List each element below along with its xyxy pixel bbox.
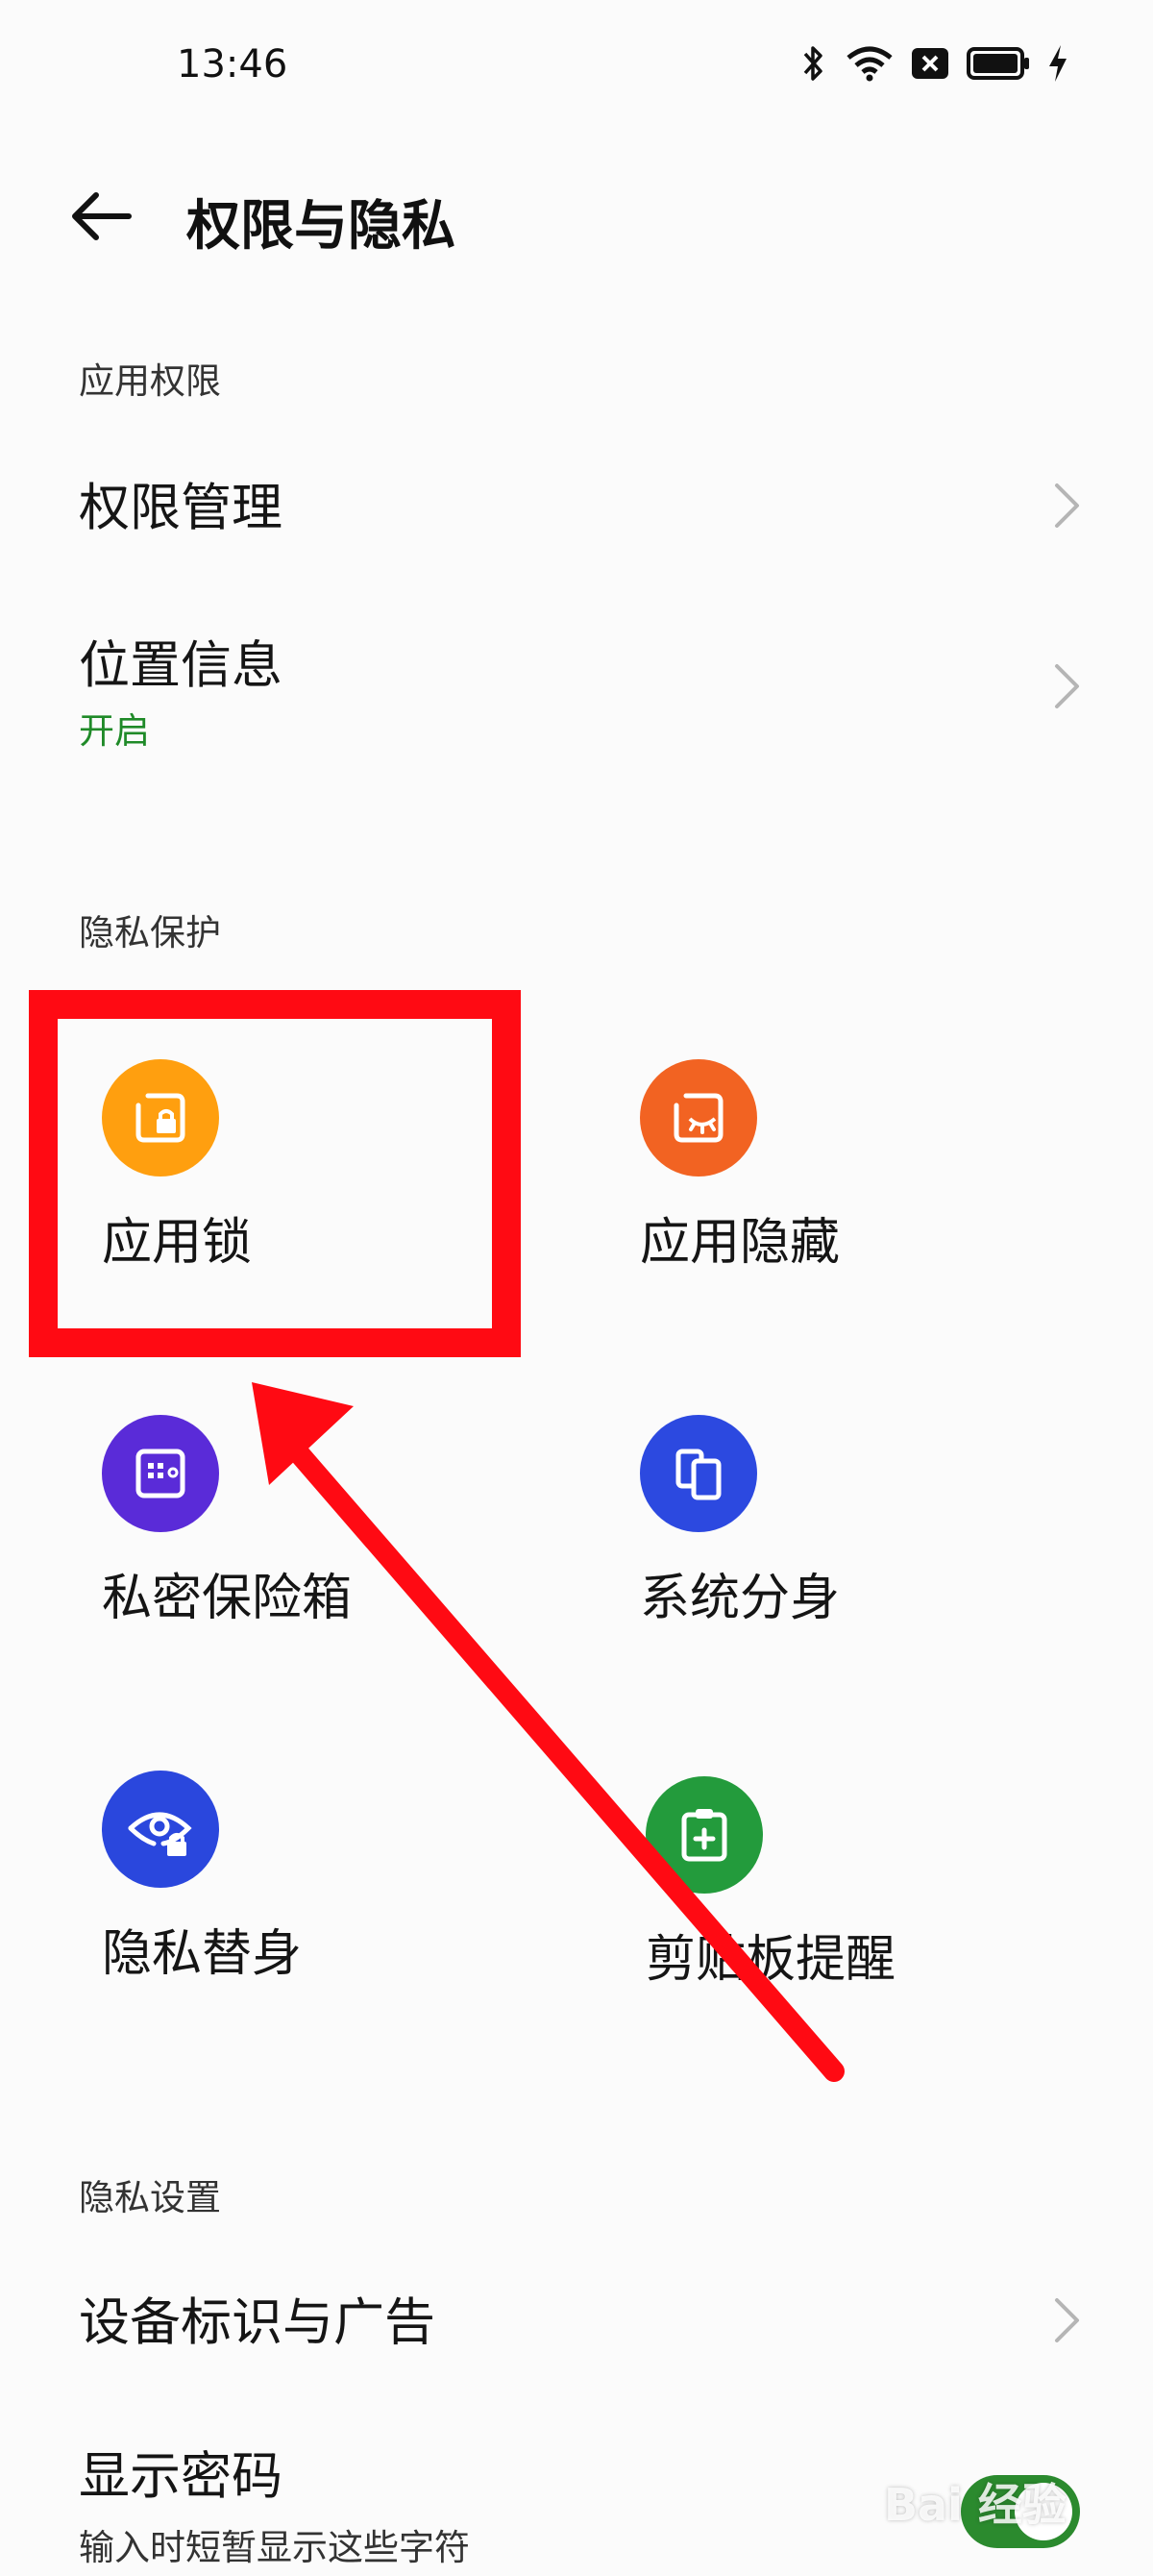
- chevron-right-icon: [1047, 477, 1086, 534]
- chevron-right-icon: [1047, 2291, 1086, 2349]
- grid-label: 隐私替身: [102, 1925, 303, 1983]
- grid-item-privacy-substitute[interactable]: 隐私替身: [60, 1771, 559, 2059]
- charging-icon: [1047, 44, 1068, 83]
- privacy-eye-icon: [102, 1771, 219, 1888]
- status-time: 13:46: [177, 42, 288, 87]
- chevron-right-icon: [1047, 657, 1086, 715]
- grid-item-private-safe[interactable]: 私密保险箱: [60, 1415, 559, 1703]
- clone-icon: [640, 1415, 757, 1532]
- grid-label: 系统分身: [640, 1570, 841, 1627]
- grid-item-clipboard-reminder[interactable]: 剪贴板提醒: [603, 1776, 1103, 2065]
- status-icons: [799, 42, 1068, 85]
- section-label-privacy-settings: 隐私设置: [79, 2177, 221, 2218]
- watermark: Bai 经验: [884, 2479, 1067, 2531]
- grid-item-app-hide[interactable]: 应用隐藏: [598, 1059, 1097, 1348]
- wifi-icon: [846, 44, 894, 83]
- notification-icon: [911, 47, 949, 80]
- clipboard-icon: [646, 1776, 763, 1894]
- battery-icon: [967, 47, 1030, 80]
- row-title: 显示密码: [79, 2447, 282, 2506]
- arrow-left-icon: [72, 192, 132, 240]
- row-subtitle: 输入时短暂显示这些字符: [79, 2527, 470, 2568]
- page-title: 权限与隐私: [186, 195, 455, 258]
- highlight-box: [29, 990, 521, 1357]
- status-bar: 13:46: [0, 0, 1153, 135]
- grid-label: 剪贴板提醒: [646, 1931, 896, 1989]
- back-button[interactable]: [58, 173, 144, 260]
- app-hide-icon: [640, 1059, 757, 1177]
- row-device-id-ads[interactable]: 设备标识与广告: [0, 2263, 1153, 2368]
- grid-label: 应用隐藏: [640, 1214, 841, 1272]
- row-location[interactable]: 位置信息 开启: [0, 606, 1153, 769]
- location-status: 开启: [79, 710, 150, 752]
- grid-item-system-clone[interactable]: 系统分身: [598, 1415, 1097, 1703]
- row-title: 设备标识与广告: [79, 2293, 435, 2352]
- row-permission-management[interactable]: 权限管理: [0, 452, 1153, 557]
- bluetooth-icon: [799, 42, 828, 85]
- safe-icon: [102, 1415, 219, 1532]
- section-label-app-permissions: 应用权限: [79, 360, 221, 402]
- grid-label: 私密保险箱: [102, 1570, 353, 1627]
- row-title: 权限管理: [79, 479, 282, 537]
- header: 权限与隐私: [0, 163, 1153, 269]
- row-title: 位置信息: [79, 636, 282, 695]
- section-label-privacy-protection: 隐私保护: [79, 912, 221, 954]
